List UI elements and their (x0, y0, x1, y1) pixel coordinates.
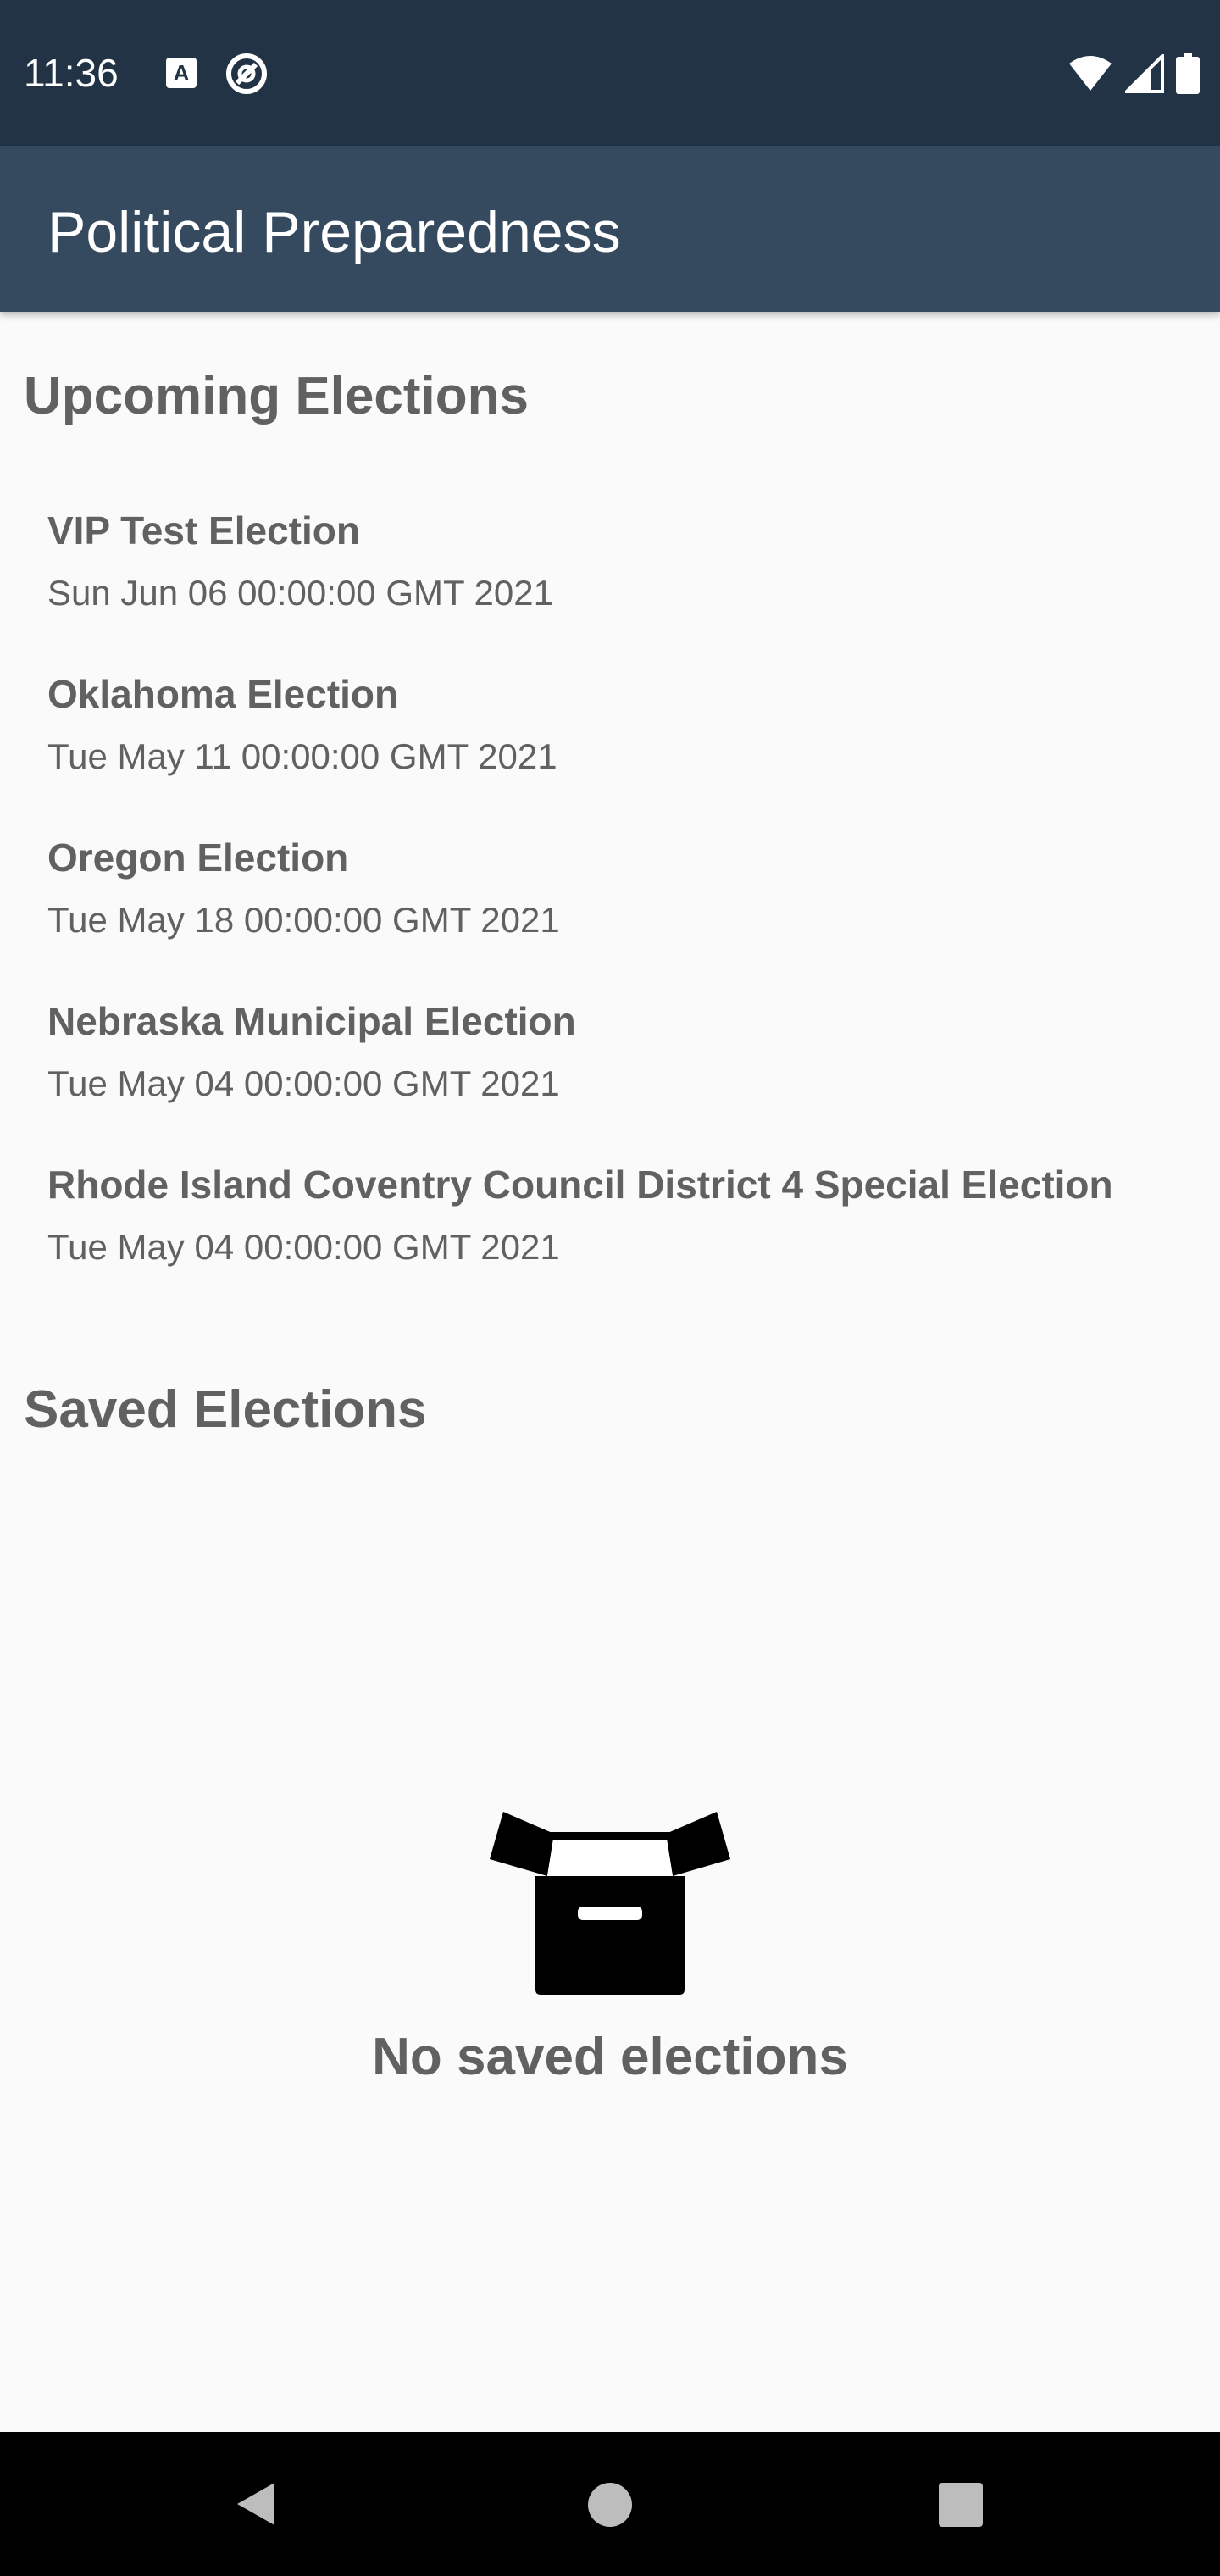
election-name: Nebraska Municipal Election (47, 999, 576, 1043)
election-date: Tue May 04 00:00:00 GMT 2021 (47, 1227, 560, 1267)
election-item[interactable]: Nebraska Municipal Election Tue May 04 0… (47, 997, 1183, 1106)
home-icon[interactable] (588, 2483, 632, 2527)
a-icon: A (166, 58, 197, 88)
app-bar: Political Preparedness (0, 146, 1220, 312)
election-name: Oregon Election (47, 836, 349, 880)
signal-icon (1125, 54, 1164, 93)
status-icons (1068, 51, 1200, 97)
election-date: Sun Jun 06 00:00:00 GMT 2021 (47, 573, 553, 613)
status-time: 11:36 (24, 51, 119, 95)
upcoming-elections-title: Upcoming Elections (24, 367, 529, 425)
recents-icon[interactable] (939, 2483, 983, 2527)
election-item[interactable]: Oregon Election Tue May 18 00:00:00 GMT … (47, 834, 1183, 942)
empty-state-text: No saved elections (372, 2028, 848, 2086)
election-item[interactable]: VIP Test Election Sun Jun 06 00:00:00 GM… (47, 507, 1183, 615)
election-item[interactable]: Rhode Island Coventry Council District 4… (47, 1161, 1183, 1269)
election-date: Tue May 11 00:00:00 GMT 2021 (47, 736, 557, 776)
battery-icon (1176, 53, 1200, 94)
election-date: Tue May 04 00:00:00 GMT 2021 (47, 1063, 560, 1103)
status-bar: 11:36 A (0, 0, 1220, 146)
a-icon-letter: A (173, 60, 190, 86)
election-name: VIP Test Election (47, 508, 360, 552)
app-title: Political Preparedness (47, 200, 621, 264)
empty-box-icon (490, 1812, 730, 1995)
saved-elections-title: Saved Elections (24, 1380, 427, 1439)
back-icon[interactable] (234, 2481, 280, 2527)
election-date: Tue May 18 00:00:00 GMT 2021 (47, 900, 560, 940)
sync-icon (226, 53, 267, 94)
election-item[interactable]: Oklahoma Election Tue May 11 00:00:00 GM… (47, 670, 1183, 779)
wifi-icon (1069, 56, 1112, 91)
election-name: Oklahoma Election (47, 672, 399, 716)
election-name: Rhode Island Coventry Council District 4… (47, 1163, 1113, 1207)
